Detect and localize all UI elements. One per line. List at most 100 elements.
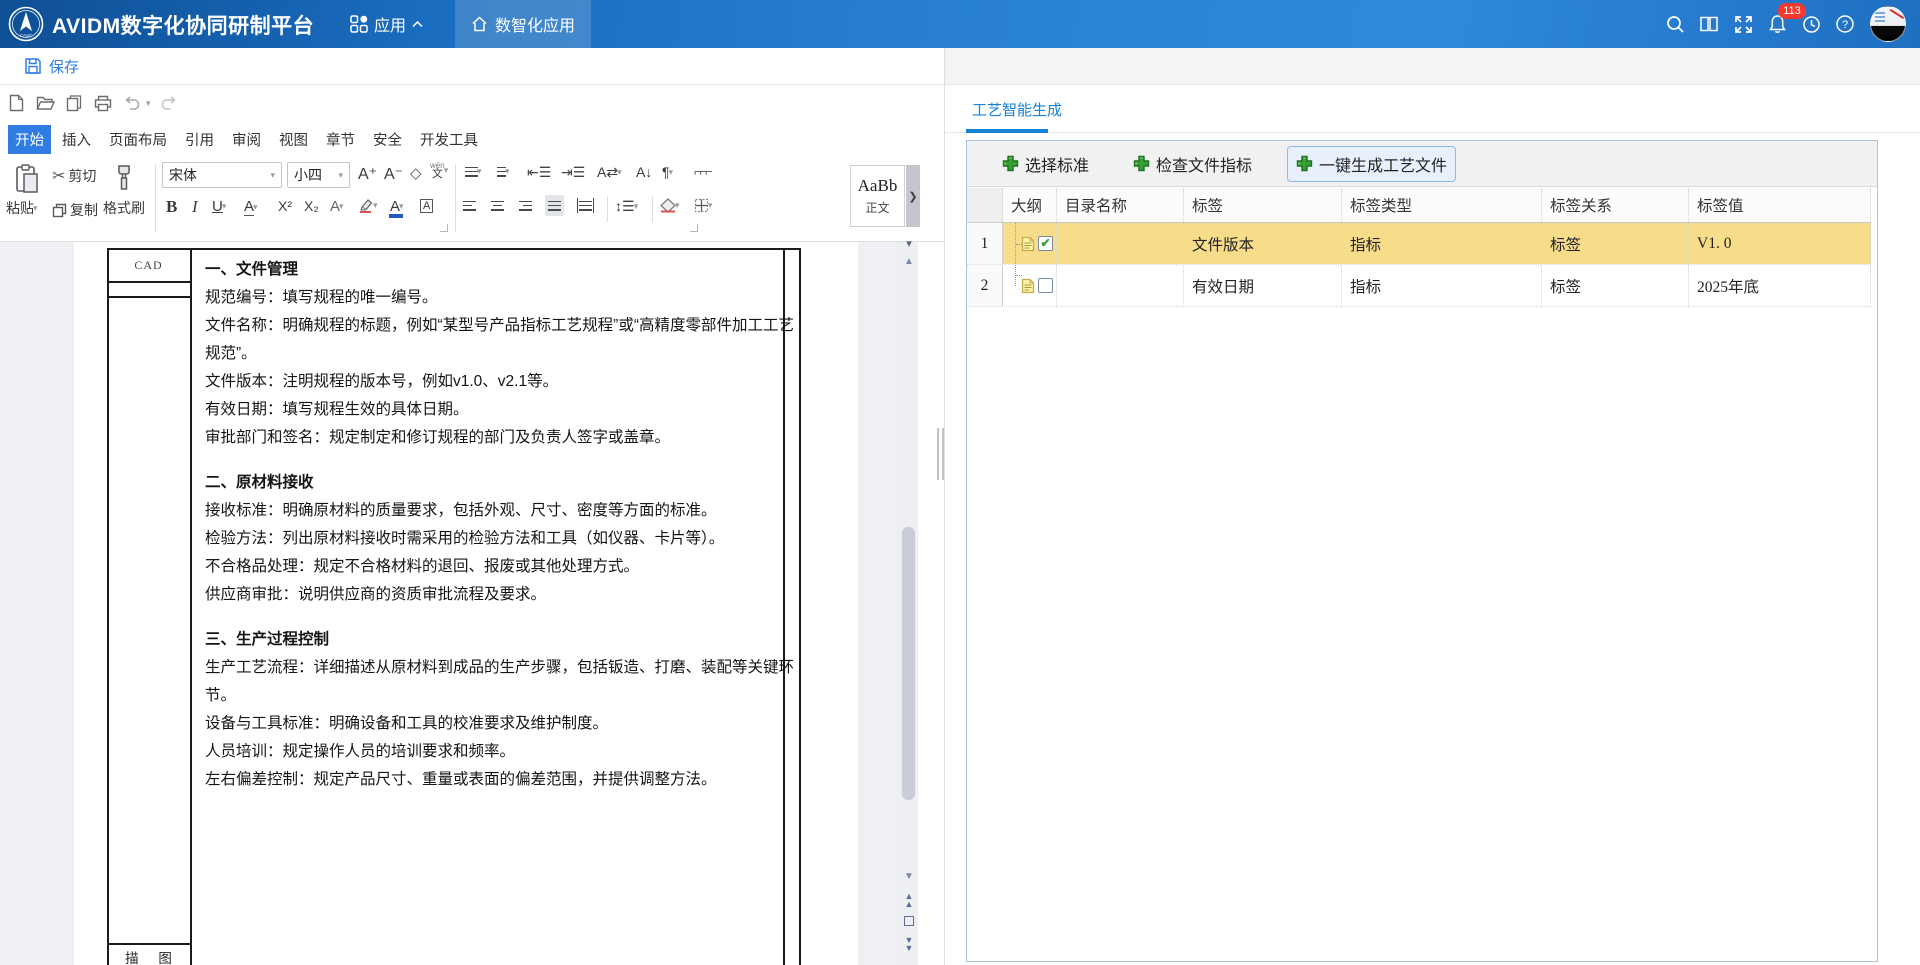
ribbon-tab[interactable]: 视图: [272, 125, 315, 154]
format-painter-button[interactable]: 格式刷: [103, 198, 145, 218]
ribbon-tab[interactable]: 章节: [319, 125, 362, 154]
clear-format-eraser-icon[interactable]: ◇: [410, 164, 422, 182]
font-family-select[interactable]: 宋体▾: [162, 162, 282, 188]
paste-icon[interactable]: [14, 164, 40, 194]
decrease-indent-icon[interactable]: ⇤☰: [527, 164, 551, 181]
show-marks-button[interactable]: ¶▾: [662, 164, 673, 180]
bullet-list-button[interactable]: ▾: [463, 164, 482, 179]
toolbar-button[interactable]: 检查文件指标: [1124, 146, 1261, 182]
print-icon[interactable]: [92, 92, 114, 114]
ruler-toggle-icon[interactable]: ▾: [903, 237, 915, 250]
save-file-icon[interactable]: [63, 92, 85, 114]
ribbon-tab[interactable]: 页面布局: [102, 125, 174, 154]
scroll-up-arrow[interactable]: ▲: [903, 256, 915, 267]
underline-button[interactable]: U▾: [212, 198, 226, 215]
tab-digital-intelligence-app[interactable]: 数智化应用: [455, 0, 591, 48]
ribbon-tab[interactable]: 引用: [178, 125, 221, 154]
tag-cell[interactable]: 文件版本: [1184, 223, 1342, 264]
help-icon[interactable]: ?: [1828, 0, 1862, 48]
subscript-button[interactable]: X₂: [304, 198, 319, 214]
copy-button[interactable]: 复制: [52, 200, 98, 220]
align-right-icon[interactable]: [519, 198, 532, 213]
ribbon-tab[interactable]: 插入: [55, 125, 98, 154]
numbered-list-button[interactable]: ▾: [495, 164, 510, 179]
previous-page-button[interactable]: ▲▲: [903, 892, 915, 908]
toolbar-button[interactable]: 一键生成工艺文件: [1287, 146, 1456, 182]
cut-button[interactable]: ✂ 剪切: [52, 166, 96, 186]
history-clock-icon[interactable]: [1794, 0, 1828, 48]
character-scale-button[interactable]: A▾: [244, 198, 258, 216]
increase-indent-icon[interactable]: ⇥☰: [561, 164, 585, 181]
pane-resize-handle[interactable]: [937, 428, 944, 480]
tag-relation-cell[interactable]: 标签: [1542, 223, 1689, 264]
superscript-button[interactable]: X²: [278, 198, 292, 214]
ribbon-tab[interactable]: 开始: [8, 125, 51, 154]
new-document-icon[interactable]: [5, 92, 27, 114]
align-center-icon[interactable]: [491, 198, 504, 213]
bold-button[interactable]: B: [166, 197, 177, 217]
grow-font-icon[interactable]: A⁺: [358, 164, 377, 184]
header-tag-value[interactable]: 标签值: [1689, 188, 1871, 222]
tab-stops-icon[interactable]: ⌐⌐⌐: [694, 164, 711, 179]
phonetic-guide-icon[interactable]: wén文▾: [430, 161, 448, 179]
style-preview-normal[interactable]: AaBb 正文: [850, 165, 905, 227]
ribbon-tab[interactable]: 审阅: [225, 125, 268, 154]
ribbon-tab[interactable]: 安全: [366, 125, 409, 154]
tab-process-intelligent-generation[interactable]: 工艺智能生成: [972, 99, 1062, 120]
row-checkbox[interactable]: [1038, 278, 1053, 293]
editor-vertical-scrollbar[interactable]: ▾ ▲ ▼ ▲▲ ▼▼: [900, 242, 918, 965]
row-checkbox[interactable]: [1038, 236, 1053, 251]
toolbar-button[interactable]: 选择标准: [993, 146, 1098, 182]
scrollbar-thumb[interactable]: [902, 527, 915, 800]
font-dialog-launcher-icon[interactable]: [440, 224, 448, 232]
distribute-icon[interactable]: [577, 198, 594, 213]
next-page-button[interactable]: ▼▼: [903, 936, 915, 952]
select-browse-object-button[interactable]: [904, 916, 914, 926]
tag-cell[interactable]: 有效日期: [1184, 265, 1342, 306]
tag-relation-cell[interactable]: 标签: [1542, 265, 1689, 306]
borders-button[interactable]: ▾: [694, 198, 713, 213]
shading-button[interactable]: ▾: [660, 198, 680, 213]
open-folder-icon[interactable]: [34, 92, 56, 114]
document-text[interactable]: 一、文件管理 规范编号：填写规程的唯一编号。 文件名称：明确规程的标题，例如“某…: [205, 256, 801, 794]
directory-name-cell[interactable]: [1057, 265, 1184, 306]
character-border-button[interactable]: A: [420, 199, 433, 213]
fullscreen-icon[interactable]: [1726, 0, 1760, 48]
document-page[interactable]: CAD 描 图 一、文件管理 规范编号：填写规程的唯一编号。 文件名称：明确规程…: [74, 242, 858, 965]
tag-table-row[interactable]: 2 有效日期 指标: [967, 265, 1871, 307]
font-color-button[interactable]: A▾: [390, 198, 404, 215]
apps-menu[interactable]: 应用: [350, 0, 423, 48]
line-spacing-button[interactable]: ↕☰▾: [615, 198, 638, 215]
header-tag-type[interactable]: 标签类型: [1342, 188, 1542, 222]
text-direction-button[interactable]: A⇄▾: [597, 164, 622, 181]
shrink-font-icon[interactable]: A⁻: [384, 164, 403, 184]
sort-icon[interactable]: A↓: [636, 164, 652, 180]
undo-dropdown-icon[interactable]: ▾: [146, 98, 151, 109]
highlight-color-button[interactable]: ▾: [358, 198, 378, 213]
notifications-bell-icon[interactable]: 113: [1760, 0, 1794, 48]
header-tag[interactable]: 标签: [1184, 188, 1342, 222]
tag-table-row[interactable]: 1 文件版本 指标: [967, 223, 1871, 265]
change-case-button[interactable]: A▾: [330, 198, 344, 215]
undo-icon[interactable]: [121, 92, 143, 114]
font-size-select[interactable]: 小四▾: [287, 162, 350, 188]
tag-type-cell[interactable]: 指标: [1342, 223, 1542, 264]
ribbon-tab[interactable]: 开发工具: [413, 125, 485, 154]
directory-name-cell[interactable]: [1057, 223, 1184, 264]
header-outline[interactable]: 大纲: [1003, 188, 1057, 222]
header-directory-name[interactable]: 目录名称: [1057, 188, 1184, 222]
paste-button[interactable]: 粘贴▾: [6, 198, 38, 218]
save-button[interactable]: 保存: [24, 56, 79, 77]
tag-type-cell[interactable]: 指标: [1342, 265, 1542, 306]
manual-book-icon[interactable]: [1692, 0, 1726, 48]
align-left-icon[interactable]: [463, 198, 476, 213]
styles-expand-button[interactable]: ❯: [906, 165, 920, 227]
tag-value-cell[interactable]: 2025年底: [1689, 265, 1871, 306]
justify-icon[interactable]: [545, 195, 564, 216]
tag-value-cell[interactable]: V1. 0: [1689, 223, 1871, 264]
format-painter-icon[interactable]: [112, 164, 136, 192]
redo-icon[interactable]: [158, 92, 180, 114]
header-tag-relation[interactable]: 标签关系: [1542, 188, 1689, 222]
scroll-down-arrow[interactable]: ▼: [903, 871, 915, 882]
user-avatar[interactable]: [1870, 6, 1906, 42]
